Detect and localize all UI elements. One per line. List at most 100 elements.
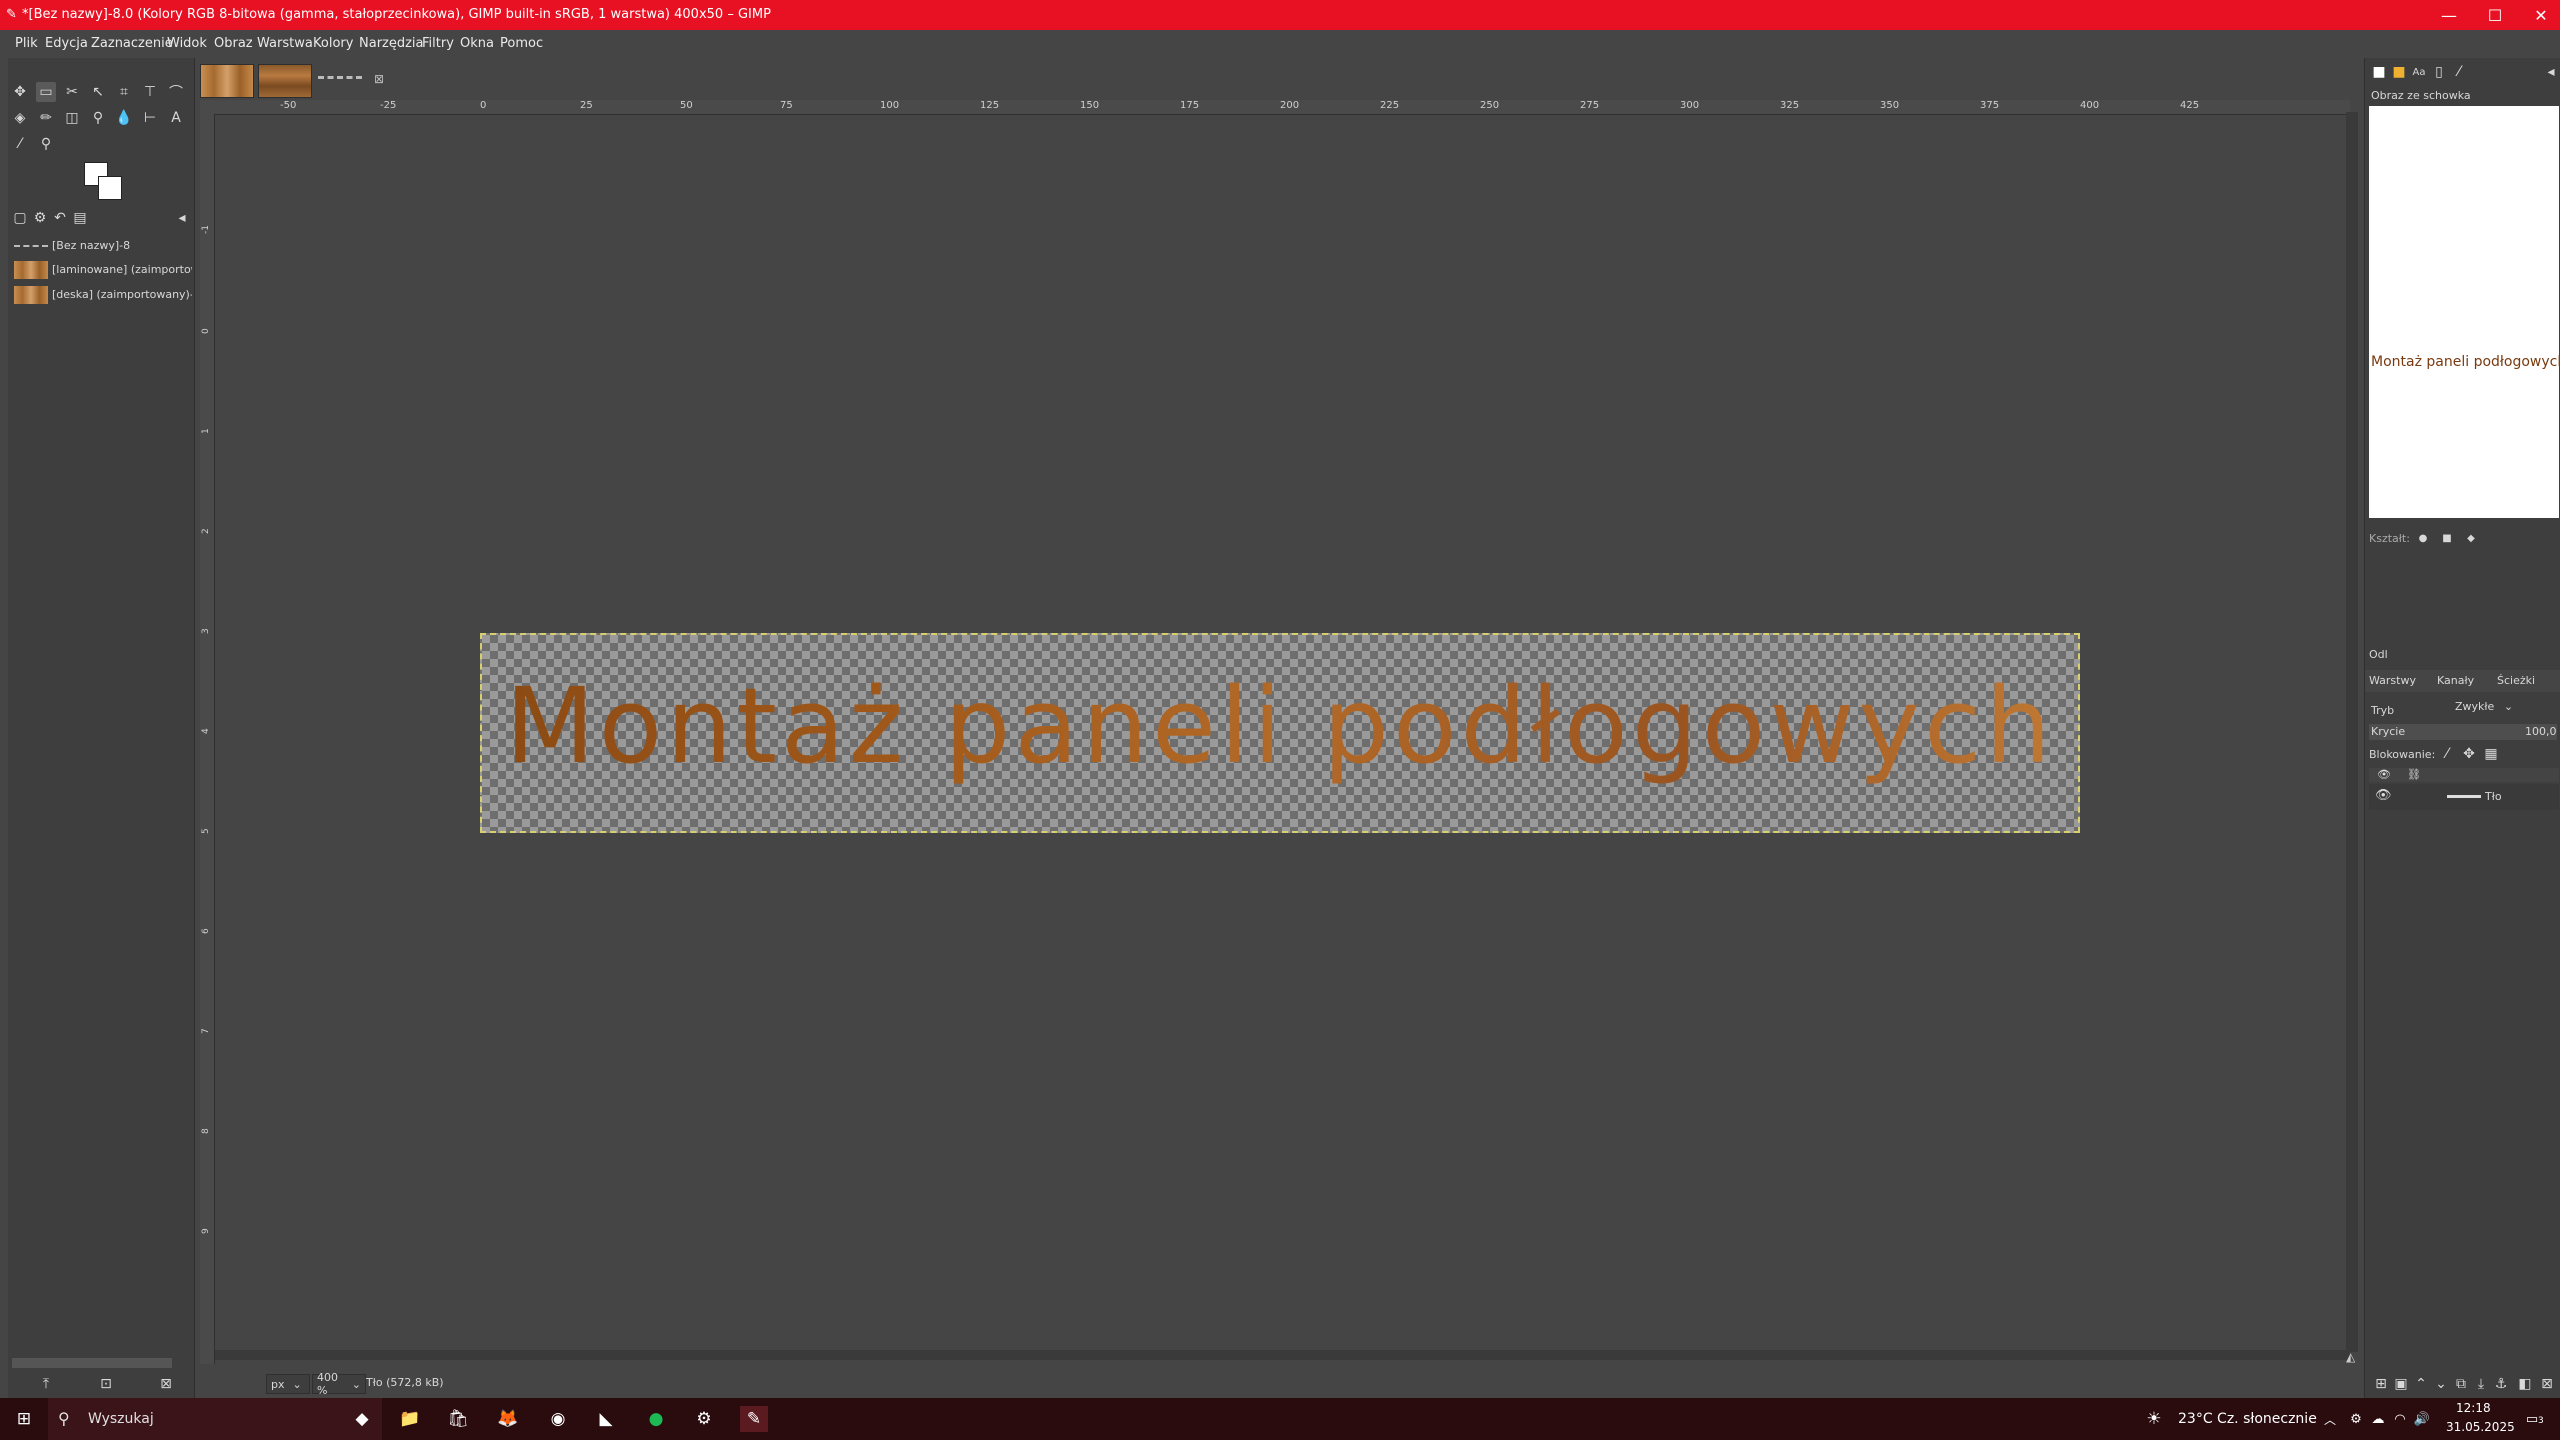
bucket-fill-icon[interactable]: ◈: [10, 108, 30, 128]
brush-tab-icon[interactable]: ■: [2369, 62, 2389, 82]
document-item[interactable]: [Bez nazwy]-8: [8, 234, 194, 258]
tool-options-tab-icon[interactable]: ▢: [10, 208, 30, 228]
clipboard-preview[interactable]: Montaż paneli podłogowych: [2369, 106, 2560, 518]
menu-warstwa[interactable]: Warstwa: [257, 36, 313, 51]
layer-row[interactable]: 👁 Tło: [2369, 784, 2559, 810]
steam-icon[interactable]: ⚙: [690, 1406, 718, 1432]
close-button[interactable]: ✕: [2518, 0, 2560, 30]
raise-layer-icon[interactable]: ⌃: [2411, 1374, 2431, 1394]
transform-tool-icon[interactable]: ⊤: [140, 82, 160, 102]
spotify-icon[interactable]: ●: [642, 1406, 670, 1432]
close-view-icon[interactable]: ⊠: [156, 1374, 176, 1394]
lock-alpha-icon[interactable]: ▦: [2481, 744, 2501, 764]
weather-text[interactable]: 23°C Cz. słonecznie: [2178, 1411, 2317, 1427]
menu-okna[interactable]: Okna: [460, 36, 494, 51]
odl-label: Odl: [2369, 648, 2388, 661]
visibility-eye-icon[interactable]: 👁: [2375, 788, 2392, 803]
tab-channels[interactable]: Kanały: [2437, 674, 2474, 687]
new-group-icon[interactable]: ▣: [2391, 1374, 2411, 1394]
eraser-icon[interactable]: ◫: [62, 108, 82, 128]
chrome-icon[interactable]: ◉: [544, 1406, 572, 1432]
images-tab-icon[interactable]: ▤: [70, 208, 90, 228]
menu-edycja[interactable]: Edycja: [45, 36, 88, 51]
menu-plik[interactable]: Plik: [15, 36, 38, 51]
gimp-taskbar-icon[interactable]: ✎: [740, 1406, 768, 1432]
image-tab-active[interactable]: [316, 64, 368, 96]
menu-filtry[interactable]: Filtry: [422, 36, 454, 51]
dock-menu-icon[interactable]: ◂: [172, 208, 192, 228]
diamond-shape-icon[interactable]: ◆: [2461, 528, 2481, 548]
menu-widok[interactable]: Widok: [167, 36, 207, 51]
clone-tool-icon[interactable]: ⚲: [88, 108, 108, 128]
clock-date[interactable]: 31.05.2025: [2446, 1420, 2515, 1434]
warp-tool-icon[interactable]: ⌒: [166, 82, 186, 102]
crop-tool-icon[interactable]: ⌗: [114, 82, 134, 102]
smudge-tool-icon[interactable]: 💧: [114, 108, 134, 128]
opacity-slider[interactable]: Krycie 100,0: [2369, 724, 2557, 740]
delete-layer-icon[interactable]: ⊠: [2537, 1374, 2557, 1394]
volume-icon[interactable]: 🔊: [2408, 1406, 2436, 1432]
background-color-swatch[interactable]: [98, 176, 122, 200]
ms-store-icon[interactable]: 🛍: [444, 1406, 472, 1432]
menu-kolory[interactable]: Kolory: [313, 36, 353, 51]
document-tab-icon[interactable]: ▯: [2429, 62, 2449, 82]
document-item[interactable]: [laminowane] (zaimportowane): [8, 258, 194, 282]
layer-mask-icon[interactable]: ◧: [2515, 1374, 2535, 1394]
taskbar-search[interactable]: ⚲ Wyszukaj: [48, 1398, 382, 1440]
device-status-tab-icon[interactable]: ⚙: [30, 208, 50, 228]
copilot-icon[interactable]: ◆: [348, 1406, 376, 1432]
color-picker-icon[interactable]: ⁄: [10, 134, 30, 154]
anchor-layer-icon[interactable]: ⚓: [2491, 1374, 2511, 1394]
zoom-tool-icon[interactable]: ⚲: [36, 134, 56, 154]
windows-start-icon[interactable]: ⊞: [10, 1406, 38, 1432]
ruler-tick: 9: [201, 1228, 211, 1234]
unit-select[interactable]: px ⌄: [266, 1374, 310, 1394]
close-tab-icon[interactable]: ⊠: [374, 72, 384, 86]
duplicate-layer-icon[interactable]: ⧉: [2451, 1374, 2471, 1394]
paintbrush-icon[interactable]: ✏: [36, 108, 56, 128]
scissors-tool-icon[interactable]: ✂: [62, 82, 82, 102]
brush-edit-icon[interactable]: ⁄: [2449, 62, 2469, 82]
undo-history-tab-icon[interactable]: ↶: [50, 208, 70, 228]
lock-position-icon[interactable]: ✥: [2459, 744, 2479, 764]
merge-layer-icon[interactable]: ⤓: [2471, 1374, 2491, 1394]
circle-shape-icon[interactable]: ●: [2413, 528, 2433, 548]
horizontal-scrollbar[interactable]: [12, 1358, 172, 1368]
vertical-scrollbar[interactable]: [2346, 112, 2358, 1352]
pattern-tab-icon[interactable]: ■: [2389, 62, 2409, 82]
new-view-icon[interactable]: ⊡: [96, 1374, 116, 1394]
image-layer-selection[interactable]: Montaż paneli podłogowych: [480, 633, 2080, 833]
measure-tool-icon[interactable]: ⊢: [140, 108, 160, 128]
menu-narzedzia[interactable]: Narzędzia: [359, 36, 424, 51]
zoom-select[interactable]: 400 % ⌄: [312, 1371, 366, 1397]
image-tab-deska[interactable]: [258, 64, 312, 98]
new-layer-icon[interactable]: ⊞: [2371, 1374, 2391, 1394]
lock-pixels-icon[interactable]: ⁄: [2437, 744, 2457, 764]
rect-select-tool-icon[interactable]: ▭: [36, 82, 56, 102]
menu-obraz[interactable]: Obraz: [214, 36, 253, 51]
tab-paths[interactable]: Ścieżki: [2497, 674, 2535, 687]
clock-time[interactable]: 12:18: [2456, 1401, 2491, 1415]
maximize-button[interactable]: ☐: [2472, 0, 2518, 30]
document-item[interactable]: [deska] (zaimportowany)-2: [8, 283, 194, 307]
file-explorer-icon[interactable]: 📁: [396, 1406, 424, 1432]
tab-layers[interactable]: Warstwy: [2369, 674, 2416, 687]
navigate-icon[interactable]: ◭: [2346, 1350, 2355, 1364]
move-tool-icon[interactable]: ✥: [10, 82, 30, 102]
menu-pomoc[interactable]: Pomoc: [500, 36, 543, 51]
raise-icon[interactable]: ⤒: [36, 1374, 56, 1394]
square-shape-icon[interactable]: ■: [2437, 528, 2457, 548]
lower-layer-icon[interactable]: ⌄: [2431, 1374, 2451, 1394]
path-tool-icon[interactable]: ↖: [88, 82, 108, 102]
font-tab-icon[interactable]: Aa: [2409, 62, 2429, 82]
minimize-button[interactable]: —: [2426, 0, 2472, 30]
text-tool-icon[interactable]: A: [166, 108, 186, 128]
firefox-icon[interactable]: 🦊: [494, 1406, 522, 1432]
dock-menu-icon[interactable]: ◂: [2541, 62, 2560, 82]
horizontal-scrollbar[interactable]: [215, 1350, 2350, 1360]
image-tab-laminowane[interactable]: [200, 64, 254, 98]
tray-chevron-icon[interactable]: ︿: [2316, 1406, 2344, 1432]
mode-select[interactable]: Zwykłe ⌄: [2455, 700, 2515, 718]
menu-zaznaczenie[interactable]: Zaznaczenie: [91, 36, 173, 51]
media-app-icon[interactable]: ◣: [592, 1406, 620, 1432]
